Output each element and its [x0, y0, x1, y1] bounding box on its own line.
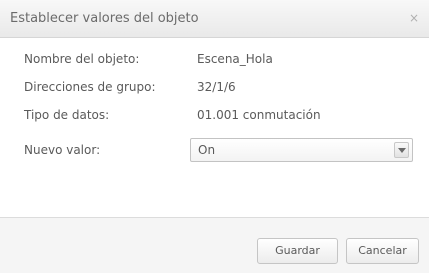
new-value-selected: On — [198, 143, 216, 157]
new-value-select[interactable]: On — [190, 138, 413, 162]
dialog-body: Nombre del objeto: Escena_Hola Direccion… — [0, 38, 429, 217]
data-type-label: Tipo de datos: — [24, 108, 110, 122]
data-type-value: 01.001 conmutación — [197, 108, 321, 122]
chevron-down-icon[interactable] — [394, 142, 409, 158]
object-name-value: Escena_Hola — [197, 52, 273, 66]
dialog-title: Establecer valores del objeto — [10, 11, 199, 26]
group-address-value: 32/1/6 — [197, 80, 236, 94]
group-address-label: Direcciones de grupo: — [24, 80, 156, 94]
chevron-down-glyph — [398, 148, 406, 153]
cancel-button[interactable]: Cancelar — [346, 238, 419, 264]
close-icon[interactable]: × — [407, 10, 421, 26]
dialog-footer: Guardar Cancelar — [0, 217, 429, 273]
set-object-values-dialog: Establecer valores del objeto × Nombre d… — [0, 0, 429, 273]
dialog-titlebar[interactable]: Establecer valores del objeto × — [0, 0, 429, 38]
new-value-label: Nuevo valor: — [24, 143, 101, 157]
object-name-label: Nombre del objeto: — [24, 52, 140, 66]
save-button[interactable]: Guardar — [257, 238, 338, 264]
